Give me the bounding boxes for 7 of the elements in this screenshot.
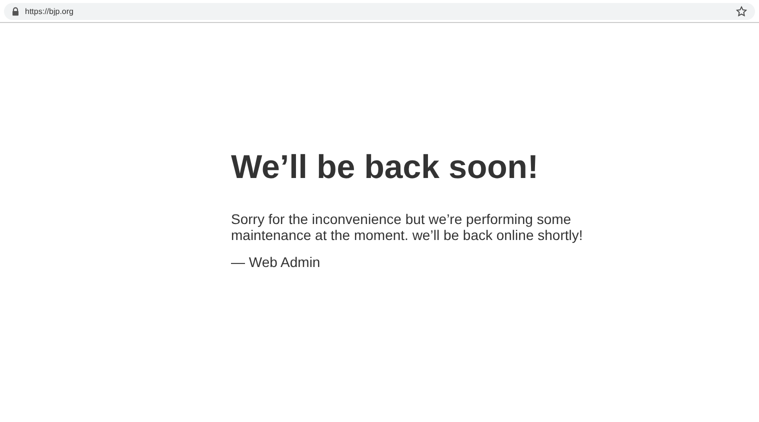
url-text: https://bjp.org <box>25 7 74 16</box>
address-bar[interactable]: https://bjp.org <box>4 3 755 20</box>
signature-text: — Web Admin <box>231 254 322 270</box>
message-text: Sorry for the inconvenience but we’re performing some maintenance at the moment. we’ll be back online shortly! <box>231 211 584 243</box>
lock-icon <box>12 7 19 16</box>
star-icon[interactable] <box>736 6 747 17</box>
heading: We’ll be back soon! <box>231 147 540 187</box>
